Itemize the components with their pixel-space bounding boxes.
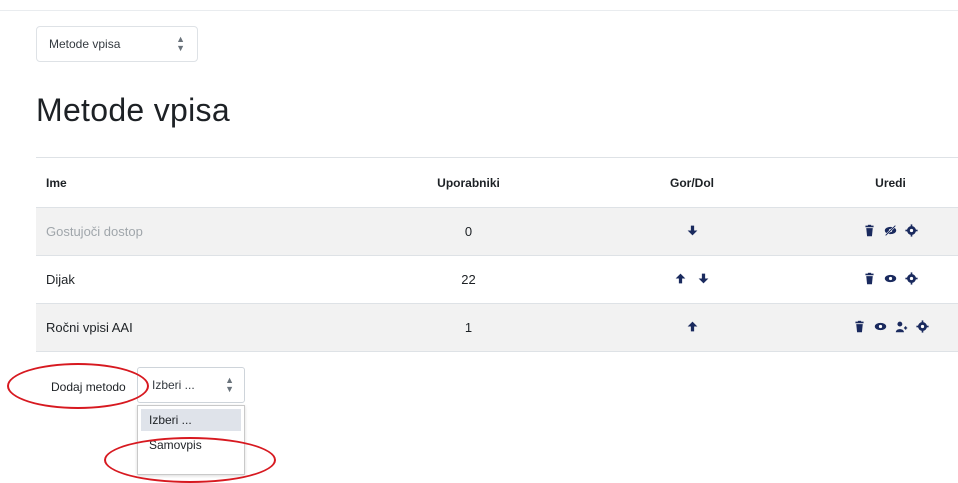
annotation-circle-option	[104, 437, 276, 483]
eye-icon[interactable]	[874, 320, 887, 333]
select-updown-icon: ▲ ▼	[225, 375, 234, 394]
table-row: Dijak 22	[36, 256, 958, 304]
annotation-circle-label	[7, 363, 149, 409]
gear-icon[interactable]	[905, 271, 918, 285]
table-row: Gostujoči dostop 0	[36, 208, 958, 256]
top-divider	[0, 10, 958, 11]
gear-icon[interactable]	[915, 319, 929, 333]
course-nav-select-value: Metode vpisa	[49, 37, 121, 51]
course-nav-select[interactable]: Metode vpisa ▲ ▼	[36, 26, 198, 62]
eye-icon[interactable]	[884, 272, 897, 285]
header-edit: Uredi	[875, 175, 906, 190]
table-header-row: Ime Uporabniki Gor/Dol Uredi	[36, 158, 958, 208]
eye-slash-icon[interactable]	[884, 224, 897, 237]
enrolment-methods-table: Ime Uporabniki Gor/Dol Uredi Gostujoči d…	[36, 157, 958, 352]
table-row: Ročni vpisi AAI 1	[36, 304, 958, 352]
user-plus-icon[interactable]	[895, 320, 908, 333]
add-method-select[interactable]: Izberi ... ▲ ▼	[137, 367, 245, 403]
row-users: 0	[464, 224, 473, 239]
header-name: Ime	[46, 175, 67, 190]
trash-icon[interactable]	[853, 320, 866, 333]
arrow-down-icon[interactable]	[697, 272, 710, 285]
gear-icon[interactable]	[905, 223, 918, 237]
row-name: Dijak	[46, 272, 75, 287]
row-name: Gostujoči dostop	[46, 224, 143, 239]
page-title: Metode vpisa	[36, 92, 230, 128]
select-updown-icon: ▲ ▼	[176, 34, 185, 53]
dropdown-option-izberi[interactable]: Izberi ...	[141, 409, 241, 431]
row-users: 1	[464, 320, 473, 335]
header-users: Uporabniki	[437, 175, 500, 190]
header-move: Gor/Dol	[670, 175, 714, 190]
add-method-select-value: Izberi ...	[152, 378, 195, 392]
row-users: 22	[461, 272, 476, 287]
arrow-up-icon[interactable]	[674, 272, 687, 285]
trash-icon[interactable]	[863, 224, 876, 237]
row-name: Ročni vpisi AAI	[46, 320, 133, 335]
arrow-down-icon[interactable]	[686, 224, 699, 237]
trash-icon[interactable]	[863, 272, 876, 285]
arrow-up-icon[interactable]	[686, 320, 699, 333]
